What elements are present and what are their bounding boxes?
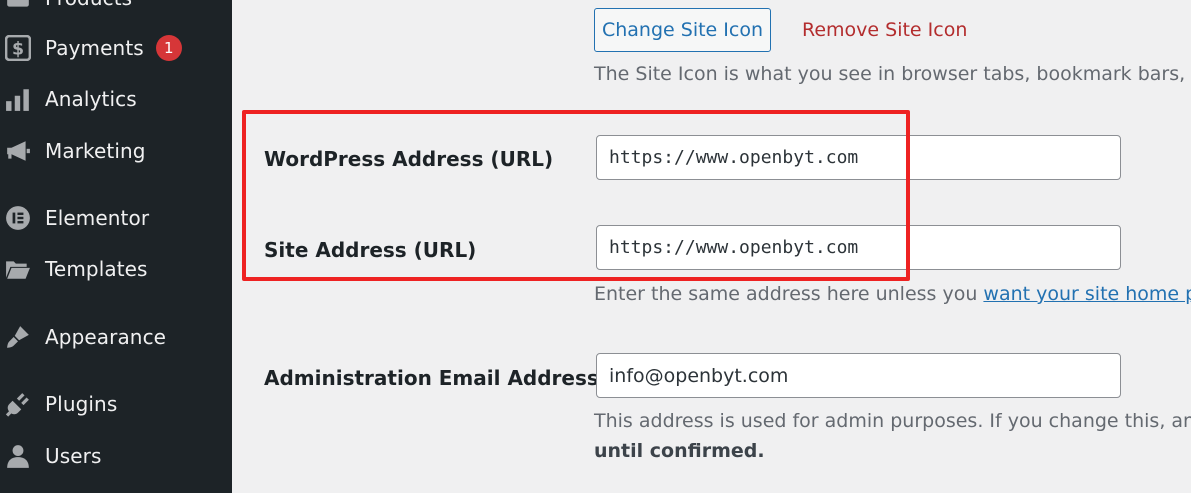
payments-icon: $ — [5, 35, 31, 61]
sidebar-item-elementor[interactable]: Elementor — [0, 198, 232, 238]
remove-site-icon-link[interactable]: Remove Site Icon — [802, 19, 967, 41]
site-icon-description: The Site Icon is what you see in browser… — [594, 63, 1191, 85]
paintbrush-icon — [5, 324, 31, 350]
products-icon — [5, 0, 31, 11]
sidebar-item-appearance[interactable]: Appearance — [0, 317, 232, 357]
sidebar-item-label: Analytics — [45, 87, 137, 111]
admin-sidebar: Products $ Payments 1 Analytics — [0, 0, 232, 493]
megaphone-icon — [5, 138, 31, 164]
sidebar-item-templates[interactable]: Templates — [0, 249, 232, 289]
elementor-icon — [5, 205, 31, 231]
settings-form: Change Site Icon Remove Site Icon The Si… — [232, 0, 1191, 493]
change-site-icon-button[interactable]: Change Site Icon — [594, 8, 771, 52]
notification-badge: 1 — [155, 35, 182, 61]
analytics-icon — [5, 86, 31, 112]
wordpress-general-settings: Products $ Payments 1 Analytics — [0, 0, 1191, 493]
admin-email-label: Administration Email Address — [264, 366, 599, 390]
sidebar-item-label: Elementor — [45, 206, 150, 230]
sidebar-item-label: Marketing — [45, 139, 146, 163]
sidebar-item-label: Users — [45, 444, 102, 468]
wordpress-address-label: WordPress Address (URL) — [264, 147, 554, 171]
site-address-description-text: Enter the same address here unless you — [594, 283, 984, 305]
sidebar-item-marketing[interactable]: Marketing — [0, 131, 232, 171]
admin-email-description-strong: until confirmed. — [594, 440, 765, 462]
site-address-description: Enter the same address here unless you w… — [594, 283, 1191, 305]
svg-text:$: $ — [12, 40, 24, 60]
site-address-label: Site Address (URL) — [264, 238, 477, 262]
sidebar-item-label: Plugins — [45, 392, 118, 416]
wordpress-address-input[interactable]: https://www.openbyt.com — [596, 135, 1121, 180]
sidebar-item-label: Payments — [45, 36, 144, 60]
sidebar-item-users[interactable]: Users — [0, 436, 232, 476]
sidebar-item-label: Templates — [45, 257, 148, 281]
admin-email-input[interactable]: info@openbyt.com — [596, 353, 1121, 398]
sidebar-item-label: Products — [45, 0, 132, 10]
site-address-input[interactable]: https://www.openbyt.com — [596, 225, 1121, 270]
site-home-page-link[interactable]: want your site home pag — [983, 283, 1191, 305]
sidebar-item-payments[interactable]: $ Payments 1 — [0, 28, 232, 68]
plugin-icon — [5, 391, 31, 417]
user-icon — [5, 443, 31, 469]
admin-email-description: This address is used for admin purposes.… — [594, 410, 1191, 432]
folder-icon — [5, 256, 31, 282]
sidebar-item-products[interactable]: Products — [0, 0, 232, 18]
sidebar-item-label: Appearance — [45, 325, 167, 349]
sidebar-item-analytics[interactable]: Analytics — [0, 79, 232, 119]
sidebar-item-plugins[interactable]: Plugins — [0, 384, 232, 424]
